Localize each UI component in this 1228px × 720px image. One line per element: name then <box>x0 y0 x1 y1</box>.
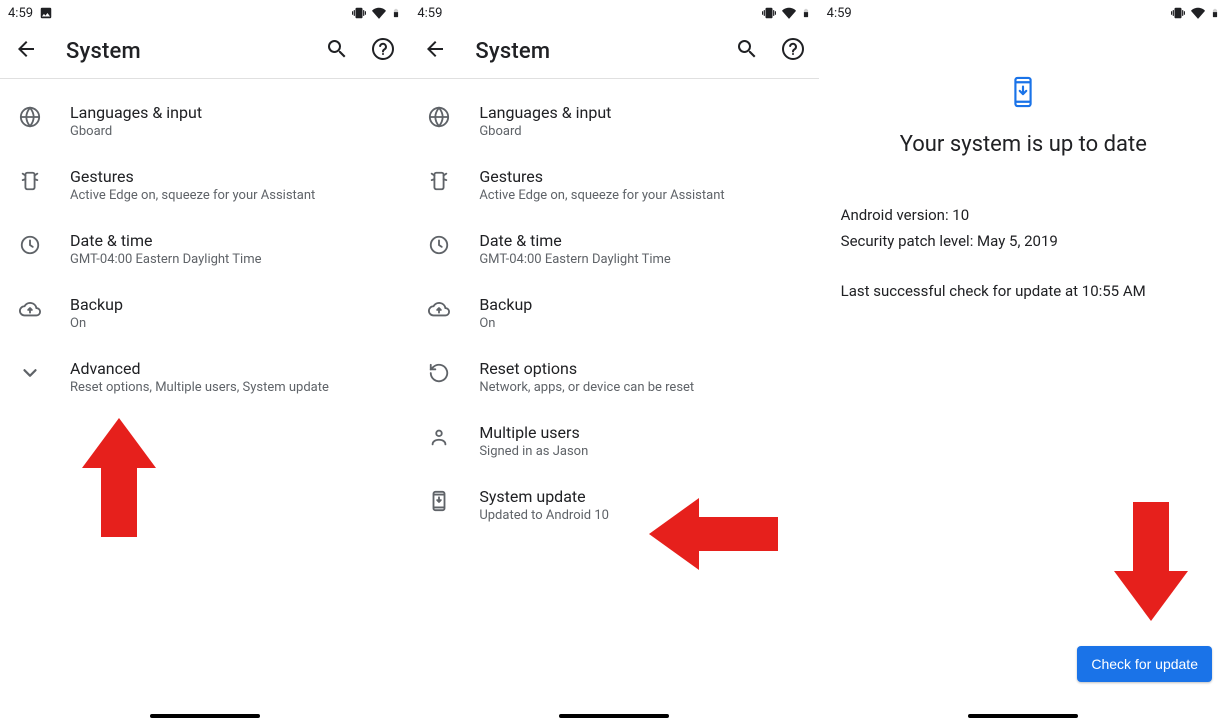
last-check-text: Last successful check for update at 10:5… <box>841 282 1146 300</box>
row-sub: On <box>70 316 123 331</box>
row-sub: Signed in as Jason <box>479 444 588 459</box>
battery-icon <box>1210 5 1220 21</box>
row-label: Reset options <box>479 359 694 378</box>
update-title: Your system is up to date <box>900 132 1147 157</box>
row-multiple-users[interactable]: Multiple users Signed in as Jason <box>409 409 818 473</box>
topbar: System <box>409 24 818 78</box>
screenshot-panel-1: 4:59 System Lang <box>0 0 409 720</box>
search-icon[interactable] <box>325 37 349 65</box>
row-label: System update <box>479 487 609 506</box>
gesture-icon <box>18 169 42 193</box>
annotation-arrow-up <box>82 418 156 538</box>
gesture-icon <box>427 169 451 193</box>
photo-notification-icon <box>39 6 53 20</box>
row-label: Gestures <box>70 167 315 186</box>
back-icon[interactable] <box>14 37 38 65</box>
android-version: Android version: 10 <box>841 203 1058 229</box>
annotation-arrow-down <box>1114 502 1188 622</box>
cloud-upload-icon <box>18 297 42 321</box>
row-advanced[interactable]: Advanced Reset options, Multiple users, … <box>0 345 409 409</box>
row-label: Backup <box>479 295 532 314</box>
help-icon[interactable] <box>781 37 805 65</box>
chevron-down-icon <box>18 361 42 385</box>
screenshot-panel-3: 4:59 Your system is up to date Android v… <box>819 0 1228 720</box>
row-label: Gestures <box>479 167 724 186</box>
battery-icon <box>801 5 811 21</box>
wifi-icon <box>1190 6 1206 20</box>
status-time: 4:59 <box>827 6 852 21</box>
vibrate-icon <box>1170 6 1186 20</box>
row-label: Date & time <box>70 231 262 250</box>
vibrate-icon <box>351 6 367 20</box>
row-gestures[interactable]: Gestures Active Edge on, squeeze for you… <box>0 153 409 217</box>
page-title: System <box>66 39 297 64</box>
topbar: System <box>0 24 409 78</box>
screenshot-panel-2: 4:59 System Languages & input Gboard <box>409 0 818 720</box>
nav-pill <box>968 714 1078 718</box>
row-sub: Active Edge on, squeeze for your Assista… <box>479 188 724 203</box>
row-label: Backup <box>70 295 123 314</box>
status-time: 4:59 <box>8 6 33 21</box>
search-icon[interactable] <box>735 37 759 65</box>
check-for-update-button[interactable]: Check for update <box>1077 646 1212 682</box>
page-title: System <box>475 39 706 64</box>
settings-list: Languages & input Gboard Gestures Active E… <box>409 79 818 537</box>
wifi-icon <box>781 6 797 20</box>
system-update-screen: Your system is up to date Android versio… <box>819 24 1228 300</box>
row-sub: Updated to Android 10 <box>479 508 609 523</box>
annotation-arrow-left <box>649 498 779 570</box>
row-languages-input[interactable]: Languages & input Gboard <box>409 89 818 153</box>
clock-icon <box>18 233 42 257</box>
wifi-icon <box>371 6 387 20</box>
row-sub: Gboard <box>479 124 611 139</box>
back-icon[interactable] <box>423 37 447 65</box>
row-gestures[interactable]: Gestures Active Edge on, squeeze for your… <box>409 153 818 217</box>
person-icon <box>427 425 451 449</box>
row-label: Advanced <box>70 359 329 378</box>
statusbar: 4:59 <box>819 0 1228 24</box>
row-sub: GMT-04:00 Eastern Daylight Time <box>70 252 262 267</box>
row-date-time[interactable]: Date & time GMT-04:00 Eastern Daylight T… <box>0 217 409 281</box>
phone-update-icon <box>1010 76 1036 112</box>
nav-pill <box>559 714 669 718</box>
row-sub: Network, apps, or device can be reset <box>479 380 694 395</box>
status-time: 4:59 <box>417 6 442 21</box>
help-icon[interactable] <box>371 37 395 65</box>
row-sub: Gboard <box>70 124 202 139</box>
security-patch-level: Security patch level: May 5, 2019 <box>841 229 1058 255</box>
row-label: Date & time <box>479 231 671 250</box>
battery-icon <box>391 5 401 21</box>
row-languages-input[interactable]: Languages & input Gboard <box>0 89 409 153</box>
globe-icon <box>18 105 42 129</box>
cloud-upload-icon <box>427 297 451 321</box>
globe-icon <box>427 105 451 129</box>
settings-list: Languages & input Gboard Gestures Active… <box>0 79 409 409</box>
row-reset-options[interactable]: Reset options Network, apps, or device ca… <box>409 345 818 409</box>
row-label: Languages & input <box>70 103 202 122</box>
row-sub: On <box>479 316 532 331</box>
clock-icon <box>427 233 451 257</box>
row-sub: GMT-04:00 Eastern Daylight Time <box>479 252 671 267</box>
vibrate-icon <box>761 6 777 20</box>
row-backup[interactable]: Backup On <box>409 281 818 345</box>
row-label: Multiple users <box>479 423 588 442</box>
reset-icon <box>427 361 451 385</box>
row-backup[interactable]: Backup On <box>0 281 409 345</box>
row-sub: Active Edge on, squeeze for your Assista… <box>70 188 315 203</box>
phone-update-icon <box>427 489 451 513</box>
row-date-time[interactable]: Date & time GMT-04:00 Eastern Daylight Ti… <box>409 217 818 281</box>
row-sub: Reset options, Multiple users, System up… <box>70 380 329 395</box>
row-label: Languages & input <box>479 103 611 122</box>
statusbar: 4:59 <box>409 0 818 24</box>
statusbar: 4:59 <box>0 0 409 24</box>
nav-pill <box>150 714 260 718</box>
